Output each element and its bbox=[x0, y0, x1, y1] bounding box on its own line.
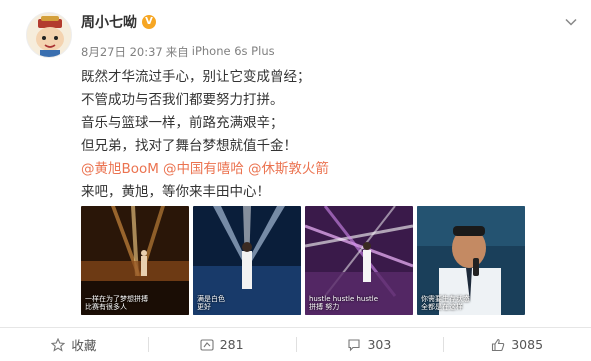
post-author: 周小七呦 V bbox=[81, 12, 156, 32]
chevron-down-icon[interactable] bbox=[565, 16, 577, 28]
post-image[interactable]: 你需要生存状态 全都是在这样 bbox=[417, 206, 525, 315]
text-line: 既然才华流过手心，别让它变成曾经； bbox=[81, 69, 311, 85]
comment-button[interactable]: 303 bbox=[295, 328, 444, 361]
mention-link[interactable]: @休斯敦火箭 bbox=[248, 161, 329, 177]
text-line: 来吧，黄旭，等你来丰田中心！ bbox=[81, 184, 270, 200]
image-caption: hustle hustle hustle bbox=[309, 295, 378, 303]
text-line: 但兄弟，找对了舞台梦想就值千金！ bbox=[81, 138, 297, 154]
action-bar: 收藏 281 303 3085 bbox=[0, 328, 591, 361]
image-grid: 一样在为了梦想拼搏 比赛有很多人 满是白色 更好 hustle hustle h… bbox=[81, 206, 525, 315]
repost-icon bbox=[200, 338, 214, 351]
mentions-line: @黄旭BooM @中国有嘻哈 @休斯敦火箭 bbox=[81, 158, 561, 181]
repost-button[interactable]: 281 bbox=[147, 328, 296, 361]
image-caption: 比赛有很多人 bbox=[85, 303, 127, 311]
verified-badge-icon: V bbox=[142, 15, 156, 29]
avatar[interactable] bbox=[26, 12, 72, 58]
image-caption: 全都是在这样 bbox=[421, 303, 463, 311]
cartoon-avatar-icon bbox=[27, 13, 71, 57]
author-name[interactable]: 周小七呦 bbox=[81, 12, 137, 32]
like-button[interactable]: 3085 bbox=[443, 328, 591, 361]
repost-count: 281 bbox=[219, 337, 244, 352]
image-caption: 更好 bbox=[197, 303, 211, 311]
comment-icon bbox=[348, 338, 360, 351]
post-image[interactable]: 一样在为了梦想拼搏 比赛有很多人 bbox=[81, 206, 189, 315]
source-prefix: 来自 bbox=[165, 45, 189, 59]
thumbs-up-icon bbox=[492, 338, 505, 351]
image-caption: 一样在为了梦想拼搏 bbox=[85, 295, 148, 303]
text-line: 音乐与篮球一样，前路充满艰辛； bbox=[81, 115, 284, 131]
post-image[interactable]: hustle hustle hustle 拼搏 努力 bbox=[305, 206, 413, 315]
favorite-button[interactable]: 收藏 bbox=[0, 328, 148, 361]
post-text: 既然才华流过手心，别让它变成曾经； 不管成功与否我们都要努力打拼。 音乐与篮球一… bbox=[81, 66, 561, 204]
source-device: iPhone 6s Plus bbox=[191, 44, 275, 58]
image-caption: 满是白色 bbox=[197, 295, 225, 303]
post-meta: 8月27日 20:37 来自 iPhone 6s Plus bbox=[81, 44, 275, 60]
favorite-label: 收藏 bbox=[71, 338, 97, 353]
mention-link[interactable]: @黄旭BooM bbox=[81, 161, 159, 177]
comment-count: 303 bbox=[367, 337, 392, 352]
image-caption: 拼搏 努力 bbox=[309, 303, 340, 311]
mention-link[interactable]: @中国有嘻哈 bbox=[163, 161, 244, 177]
star-icon bbox=[51, 337, 66, 352]
like-count: 3085 bbox=[511, 337, 544, 352]
post-date[interactable]: 8月27日 20:37 bbox=[81, 44, 163, 60]
text-line: 不管成功与否我们都要努力打拼。 bbox=[81, 92, 284, 108]
post-image[interactable]: 满是白色 更好 bbox=[193, 206, 301, 315]
image-caption: 你需要生存状态 bbox=[421, 295, 470, 303]
